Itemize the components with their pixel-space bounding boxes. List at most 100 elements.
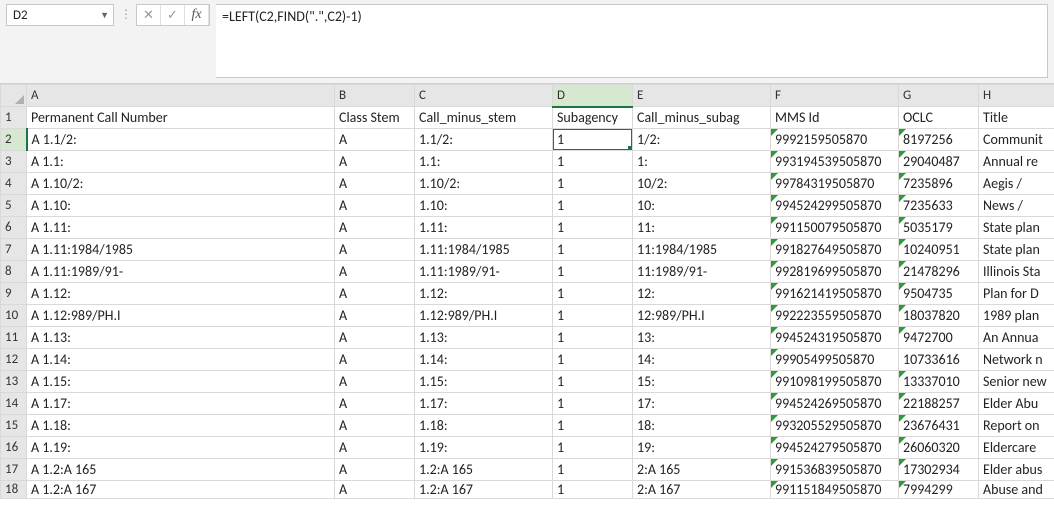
- cell[interactable]: 13:: [633, 327, 771, 349]
- cell[interactable]: A 1.2:A 167: [27, 481, 335, 499]
- cell[interactable]: A 1.12:: [27, 283, 335, 305]
- cell[interactable]: Class Stem: [335, 107, 415, 129]
- cell[interactable]: Call_minus_stem: [415, 107, 553, 129]
- cell[interactable]: 1: [553, 415, 633, 437]
- cell[interactable]: 14:: [633, 349, 771, 371]
- cell[interactable]: 18:: [633, 415, 771, 437]
- cell[interactable]: 1: [553, 283, 633, 305]
- row-header[interactable]: 15: [1, 415, 27, 437]
- cell[interactable]: 1/2:: [633, 129, 771, 151]
- cell[interactable]: 12:989/PH.I: [633, 305, 771, 327]
- cell[interactable]: A 1.18:: [27, 415, 335, 437]
- cell[interactable]: 1: [553, 437, 633, 459]
- cell[interactable]: 1: [553, 459, 633, 481]
- row-header[interactable]: 18: [1, 481, 27, 499]
- cell[interactable]: 1: [553, 195, 633, 217]
- cell[interactable]: A: [335, 305, 415, 327]
- cell[interactable]: 29040487: [899, 151, 979, 173]
- cell[interactable]: A 1.12:989/PH.I: [27, 305, 335, 327]
- cell[interactable]: Permanent Call Number: [27, 107, 335, 129]
- cell[interactable]: 99784319505870: [771, 173, 899, 195]
- cell[interactable]: 7994299: [899, 481, 979, 499]
- cell[interactable]: Elder Abu: [979, 393, 1054, 415]
- cell[interactable]: A: [335, 173, 415, 195]
- col-header-C[interactable]: C: [415, 85, 553, 107]
- cell[interactable]: 9504735: [899, 283, 979, 305]
- cell[interactable]: Eldercare: [979, 437, 1054, 459]
- cell[interactable]: 1: [553, 129, 633, 151]
- row-header[interactable]: 3: [1, 151, 27, 173]
- row-header[interactable]: 1: [1, 107, 27, 129]
- cell[interactable]: 992223559505870: [771, 305, 899, 327]
- cell[interactable]: 23676431: [899, 415, 979, 437]
- cell[interactable]: A: [335, 415, 415, 437]
- cell[interactable]: 15:: [633, 371, 771, 393]
- cell[interactable]: 1.18:: [415, 415, 553, 437]
- cell[interactable]: 1.2:A 165: [415, 459, 553, 481]
- cell[interactable]: 1.11:: [415, 217, 553, 239]
- fx-icon[interactable]: fx: [185, 5, 209, 25]
- cell[interactable]: A 1.10:: [27, 195, 335, 217]
- col-header-B[interactable]: B: [335, 85, 415, 107]
- cell[interactable]: 1.13:: [415, 327, 553, 349]
- col-header-A[interactable]: A: [27, 85, 335, 107]
- cell[interactable]: 1: [553, 481, 633, 499]
- row-header[interactable]: 13: [1, 371, 27, 393]
- cell[interactable]: 994524319505870: [771, 327, 899, 349]
- cell[interactable]: 1: [553, 327, 633, 349]
- cell[interactable]: 12:: [633, 283, 771, 305]
- cell[interactable]: A: [335, 437, 415, 459]
- cell[interactable]: 991827649505870: [771, 239, 899, 261]
- cell[interactable]: 994524299505870: [771, 195, 899, 217]
- cell[interactable]: A: [335, 261, 415, 283]
- cell[interactable]: 11:: [633, 217, 771, 239]
- chevron-down-icon[interactable]: ▼: [100, 10, 109, 21]
- cell[interactable]: 1: [553, 261, 633, 283]
- cell[interactable]: A 1.17:: [27, 393, 335, 415]
- row-header[interactable]: 17: [1, 459, 27, 481]
- cell[interactable]: 1: [553, 173, 633, 195]
- cell[interactable]: Call_minus_subag: [633, 107, 771, 129]
- col-header-E[interactable]: E: [633, 85, 771, 107]
- cell[interactable]: 1.11:1984/1985: [415, 239, 553, 261]
- cell[interactable]: 1: [553, 305, 633, 327]
- cell[interactable]: 21478296: [899, 261, 979, 283]
- cell[interactable]: 1: [553, 349, 633, 371]
- cell[interactable]: 1.10:: [415, 195, 553, 217]
- cell[interactable]: 22188257: [899, 393, 979, 415]
- cell[interactable]: 993194539505870: [771, 151, 899, 173]
- cell[interactable]: 10:: [633, 195, 771, 217]
- cell[interactable]: 1.2:A 167: [415, 481, 553, 499]
- cell[interactable]: 1989 plan: [979, 305, 1054, 327]
- name-box[interactable]: D2 ▼: [6, 4, 114, 26]
- cell[interactable]: OCLC: [899, 107, 979, 129]
- cell[interactable]: A: [335, 327, 415, 349]
- cell[interactable]: MMS Id: [771, 107, 899, 129]
- cell[interactable]: A 1.13:: [27, 327, 335, 349]
- cell[interactable]: 19:: [633, 437, 771, 459]
- cell[interactable]: Senior new: [979, 371, 1054, 393]
- row-header[interactable]: 4: [1, 173, 27, 195]
- cell[interactable]: 991536839505870: [771, 459, 899, 481]
- cell[interactable]: Title: [979, 107, 1054, 129]
- cell[interactable]: A 1.11:: [27, 217, 335, 239]
- cell[interactable]: A: [335, 481, 415, 499]
- cell[interactable]: Plan for D: [979, 283, 1054, 305]
- cell[interactable]: 994524279505870: [771, 437, 899, 459]
- cell[interactable]: 1: [553, 393, 633, 415]
- row-header[interactable]: 5: [1, 195, 27, 217]
- col-header-D[interactable]: D: [553, 85, 633, 107]
- cell[interactable]: 1.12:989/PH.I: [415, 305, 553, 327]
- row-header[interactable]: 16: [1, 437, 27, 459]
- cell[interactable]: 10/2:: [633, 173, 771, 195]
- cell[interactable]: 13337010: [899, 371, 979, 393]
- cell[interactable]: Subagency: [553, 107, 633, 129]
- cell[interactable]: 991098199505870: [771, 371, 899, 393]
- cell[interactable]: 1:: [633, 151, 771, 173]
- cell[interactable]: 7235896: [899, 173, 979, 195]
- cell[interactable]: A 1.11:1989/91-: [27, 261, 335, 283]
- cell[interactable]: 10240951: [899, 239, 979, 261]
- cell[interactable]: Abuse and: [979, 481, 1054, 499]
- cell[interactable]: 17302934: [899, 459, 979, 481]
- cell[interactable]: Illinois Sta: [979, 261, 1054, 283]
